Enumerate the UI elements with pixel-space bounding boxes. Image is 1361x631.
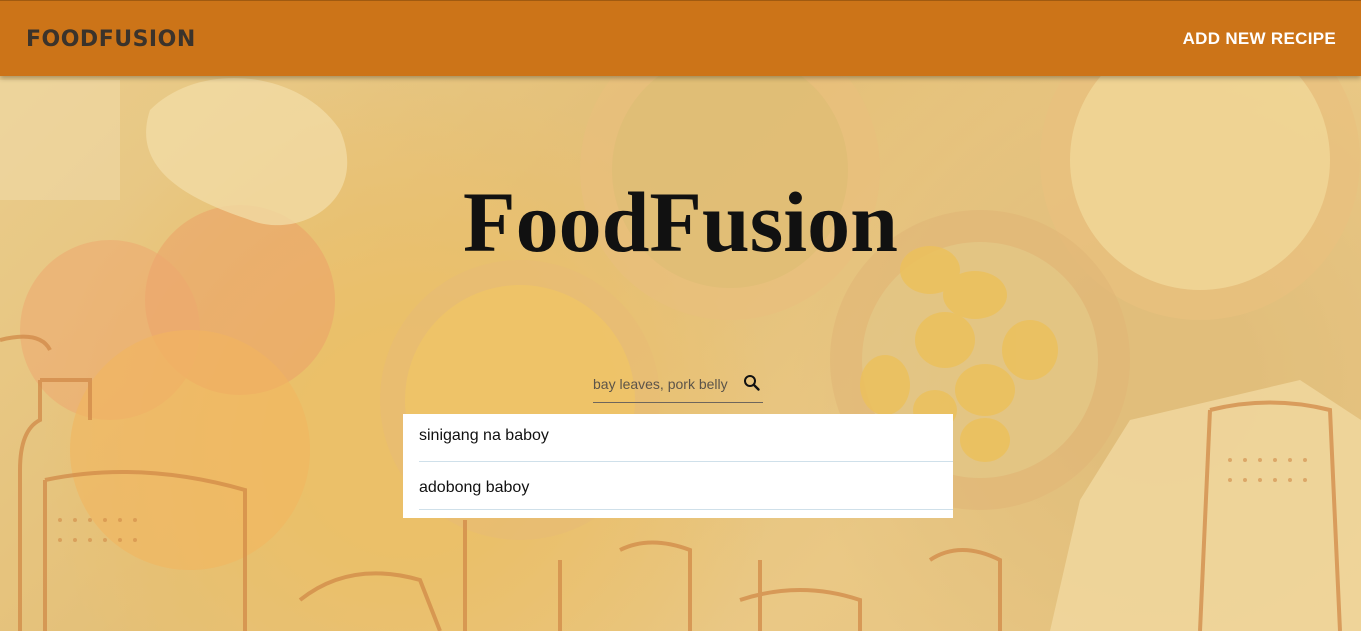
search-suggestions-list: sinigang na baboy adobong baboy — [403, 414, 953, 518]
brand-logo-link[interactable]: FOODFUSION — [26, 27, 196, 52]
suggestion-label: sinigang na baboy — [419, 427, 549, 444]
suggestion-label: adobong baboy — [419, 479, 530, 496]
add-new-recipe-link[interactable]: ADD NEW RECIPE — [1183, 29, 1336, 49]
search-button[interactable] — [741, 372, 763, 394]
page-title: FoodFusion — [463, 174, 898, 270]
search-icon — [744, 375, 760, 391]
background-overlay — [0, 0, 1361, 631]
suggestion-item[interactable]: adobong baboy — [419, 462, 953, 510]
background-food-image — [0, 0, 1361, 631]
top-navbar: FOODFUSION ADD NEW RECIPE — [0, 0, 1361, 76]
search-input[interactable] — [593, 371, 733, 397]
suggestion-item[interactable]: sinigang na baboy — [419, 414, 953, 462]
search-bar — [593, 368, 763, 403]
